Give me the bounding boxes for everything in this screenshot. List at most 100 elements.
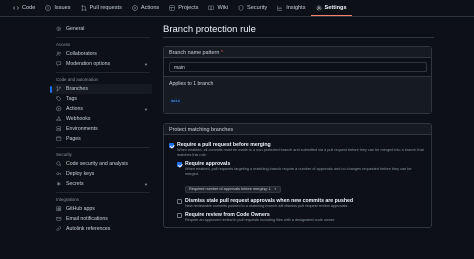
option-require-approvals: Require approvals When enabled, pull req… bbox=[177, 161, 426, 195]
graph-icon bbox=[277, 5, 283, 11]
select-value: Required number of approvals before merg… bbox=[189, 187, 271, 191]
branch-pattern-body: main bbox=[164, 58, 431, 76]
tab-wiki[interactable]: Wiki bbox=[203, 1, 233, 16]
tab-issues[interactable]: Issues bbox=[40, 1, 75, 16]
sidebar-divider bbox=[56, 192, 150, 193]
repo-nav: Code Issues Pull requests Actions Projec… bbox=[0, 0, 474, 17]
tab-insights-label: Insights bbox=[286, 5, 306, 11]
table-icon bbox=[169, 5, 175, 11]
chevron-down-icon: ▼ bbox=[144, 61, 148, 67]
require-pr-checkbox[interactable] bbox=[169, 142, 174, 148]
sidebar-item-code-security[interactable]: Code security and analysis bbox=[52, 159, 152, 169]
required-marker: * bbox=[220, 50, 223, 56]
sidebar-item-label: GitHub apps bbox=[66, 206, 95, 212]
option-description: New reviewable commits pushed to a match… bbox=[185, 204, 349, 208]
tab-projects-label: Projects bbox=[178, 5, 199, 11]
main-content: Branch protection rule Branch name patte… bbox=[163, 24, 434, 228]
chevron-down-icon: ▼ bbox=[273, 187, 277, 191]
shield-icon bbox=[238, 5, 244, 11]
option-description: Require an approved review in pull reque… bbox=[185, 218, 336, 222]
tab-projects[interactable]: Projects bbox=[164, 1, 203, 16]
sidebar-item-label: Moderation options bbox=[66, 61, 111, 67]
webhook-icon bbox=[56, 116, 62, 122]
link-icon bbox=[56, 226, 62, 232]
sidebar-item-label: General bbox=[66, 26, 85, 32]
require-approvals-checkbox[interactable] bbox=[177, 161, 182, 167]
code-owners-checkbox[interactable] bbox=[177, 212, 182, 218]
sidebar-item-label: Collaborators bbox=[66, 51, 97, 57]
approvals-count-select[interactable]: Required number of approvals before merg… bbox=[185, 185, 281, 193]
sidebar-divider bbox=[56, 147, 150, 148]
play-icon bbox=[132, 5, 138, 11]
mail-icon bbox=[56, 216, 62, 222]
sidebar-item-pages[interactable]: Pages bbox=[52, 134, 152, 144]
protect-header: Protect matching branches bbox=[164, 124, 431, 135]
sidebar-item-label: Code security and analysis bbox=[66, 161, 128, 167]
browser-icon bbox=[56, 136, 62, 142]
tab-actions[interactable]: Actions bbox=[127, 1, 164, 16]
tab-pull-requests-label: Pull requests bbox=[89, 5, 122, 11]
sidebar-item-webhooks[interactable]: Webhooks bbox=[52, 114, 152, 124]
tab-issues-label: Issues bbox=[54, 5, 71, 11]
tab-pull-requests[interactable]: Pull requests bbox=[76, 1, 127, 16]
codescan-icon bbox=[56, 161, 62, 167]
sidebar-item-branches[interactable]: Branches bbox=[50, 84, 152, 94]
sidebar-item-label: Tags bbox=[66, 96, 77, 102]
settings-sidebar: General Access Collaborators Moderation … bbox=[50, 24, 152, 234]
sidebar-item-environments[interactable]: Environments bbox=[52, 124, 152, 134]
sidebar-item-tags[interactable]: Tags bbox=[52, 94, 152, 104]
option-description: When enabled, pull requests targeting a … bbox=[185, 167, 412, 176]
sidebar-item-label: Secrets bbox=[66, 181, 84, 187]
protect-body: Require a pull request before merging Wh… bbox=[164, 135, 431, 227]
apps-icon bbox=[56, 206, 62, 212]
tab-settings[interactable]: Settings bbox=[310, 1, 352, 16]
sidebar-divider bbox=[56, 72, 150, 73]
code-icon bbox=[13, 5, 19, 11]
pull-request-icon bbox=[81, 5, 87, 11]
tab-security-label: Security bbox=[247, 5, 268, 11]
tab-actions-label: Actions bbox=[140, 5, 160, 11]
sidebar-item-autolink[interactable]: Autolink references bbox=[52, 224, 152, 234]
sidebar-item-actions[interactable]: Actions ▼ bbox=[52, 104, 152, 114]
chevron-down-icon: ▼ bbox=[144, 181, 148, 187]
sidebar-item-moderation[interactable]: Moderation options ▼ bbox=[52, 59, 152, 69]
gear-icon bbox=[56, 26, 62, 32]
asterisk-icon bbox=[56, 181, 62, 187]
tab-settings-label: Settings bbox=[324, 5, 347, 11]
tab-security[interactable]: Security bbox=[233, 1, 272, 16]
page-title: Branch protection rule bbox=[163, 24, 434, 38]
sidebar-item-label: Actions bbox=[66, 106, 84, 112]
comment-icon bbox=[56, 61, 62, 67]
applies-title: Applies to 1 branch bbox=[169, 81, 214, 87]
applies-section: Applies to 1 branch main bbox=[164, 76, 431, 113]
sidebar-item-label: Environments bbox=[66, 126, 98, 132]
branch-pattern-input[interactable]: main bbox=[169, 62, 427, 72]
tab-code[interactable]: Code bbox=[8, 1, 40, 16]
sidebar-heading-integrations: Integrations bbox=[56, 197, 79, 202]
option-require-pr: Require a pull request before merging Wh… bbox=[169, 142, 426, 158]
sidebar-item-collaborators[interactable]: Collaborators bbox=[52, 49, 152, 59]
branch-pattern-label: Branch name pattern bbox=[169, 50, 220, 56]
sidebar-item-secrets[interactable]: Secrets ▼ bbox=[52, 179, 152, 189]
tag-icon bbox=[56, 96, 62, 102]
branch-icon bbox=[56, 86, 62, 92]
sidebar-item-label: Deploy keys bbox=[66, 171, 95, 177]
issue-icon bbox=[45, 5, 52, 11]
sidebar-item-general[interactable]: General bbox=[52, 24, 152, 34]
sidebar-item-deploy-keys[interactable]: Deploy keys bbox=[52, 169, 152, 179]
sidebar-item-github-apps[interactable]: GitHub apps bbox=[52, 204, 152, 214]
option-description: When enabled, all commits must be made t… bbox=[177, 148, 424, 157]
sidebar-item-label: Autolink references bbox=[66, 226, 111, 232]
key-icon bbox=[56, 171, 62, 177]
sidebar-heading-access: Access bbox=[56, 42, 71, 47]
tab-insights[interactable]: Insights bbox=[272, 1, 310, 16]
branch-pattern-header: Branch name pattern * bbox=[164, 47, 431, 58]
gear-icon bbox=[316, 5, 322, 11]
sidebar-heading-security: Security bbox=[56, 152, 72, 157]
sidebar-item-label: Email notifications bbox=[66, 216, 108, 222]
dismiss-stale-checkbox[interactable] bbox=[177, 198, 182, 204]
option-dismiss-stale: Dismiss stale pull request approvals whe… bbox=[177, 198, 426, 209]
sidebar-item-email-notifications[interactable]: Email notifications bbox=[52, 214, 152, 224]
sidebar-item-label: Pages bbox=[66, 136, 81, 142]
branch-pattern-box: Branch name pattern * main Applies to 1 … bbox=[163, 46, 432, 114]
